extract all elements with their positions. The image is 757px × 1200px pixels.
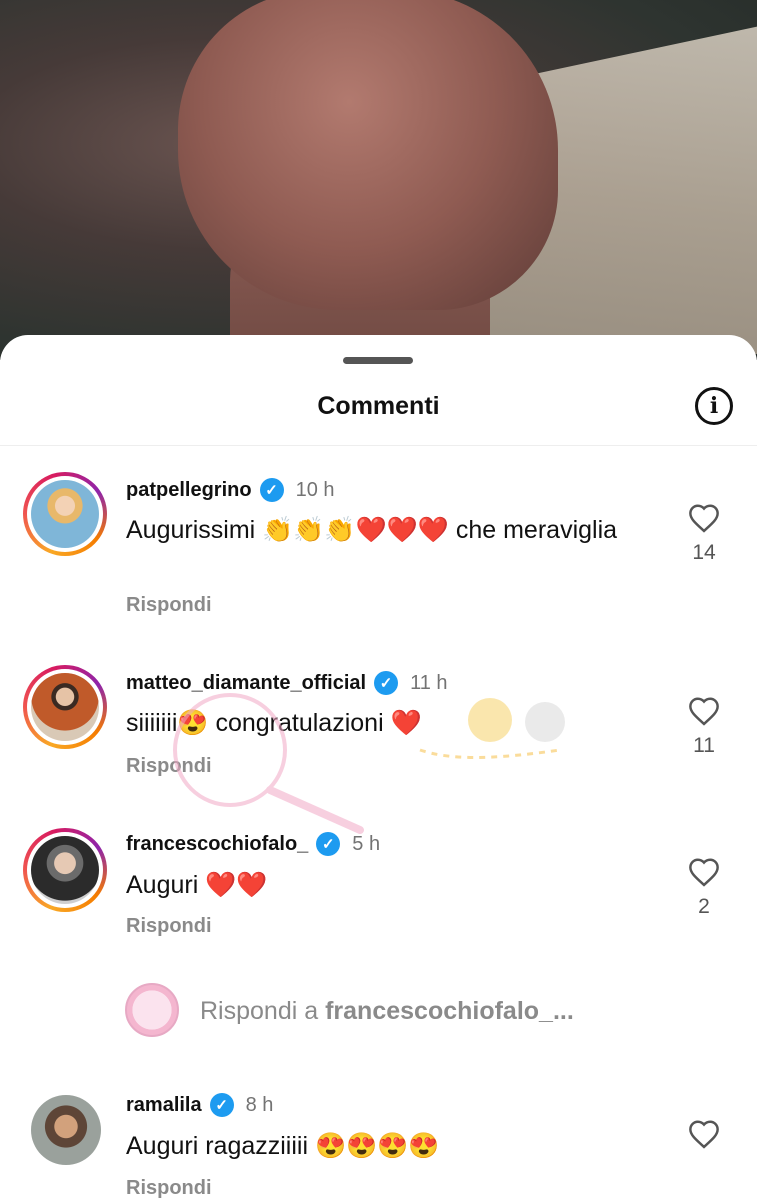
comment-time: 11 h	[410, 671, 448, 694]
info-icon[interactable]: i	[695, 387, 733, 425]
comment-header: ramalila ✓ 8 h	[126, 1093, 273, 1117]
verified-badge-icon: ✓	[259, 478, 284, 502]
comment-text: Auguri ragazziiiii 😍😍😍😍	[126, 1132, 440, 1160]
comment-header: francescochiofalo_ ✓ 5 h	[126, 832, 380, 856]
comment-header: patpellegrino ✓ 10 h	[126, 478, 335, 502]
comment-username[interactable]: ramalila	[126, 1094, 202, 1117]
comment-time: 5 h	[352, 832, 381, 855]
drag-handle[interactable]	[343, 357, 413, 364]
heart-outline-icon[interactable]	[687, 503, 721, 533]
avatar[interactable]	[31, 1095, 101, 1165]
header-divider	[0, 445, 757, 446]
comment-text: Augurissimi 👏👏👏❤️❤️❤️ che meraviglia	[126, 516, 618, 544]
reply-button[interactable]: Rispondi	[126, 594, 212, 617]
comment-time: 8 h	[245, 1093, 274, 1116]
reply-prefix: Rispondi a	[200, 997, 319, 1025]
comments-sheet: Commenti i patpellegrino ✓ 10 h Auguriss…	[0, 335, 757, 1200]
like-count: 14	[692, 541, 716, 564]
baby-fist	[178, 0, 558, 310]
reply-input[interactable]: Rispondi a francescochiofalo_...	[200, 997, 574, 1026]
heart-outline-icon[interactable]	[687, 1119, 721, 1149]
comment-header: matteo_diamante_official ✓ 11 h	[126, 671, 448, 695]
like-control[interactable]: 11	[683, 696, 725, 758]
like-control[interactable]: 2	[683, 857, 725, 919]
verified-badge-icon: ✓	[374, 671, 399, 695]
sheet-title: Commenti	[317, 392, 440, 420]
avatar[interactable]	[23, 665, 107, 749]
post-photo	[0, 0, 757, 360]
like-control[interactable]: 14	[683, 503, 725, 565]
avatar	[125, 983, 179, 1037]
reply-button[interactable]: Rispondi	[126, 915, 212, 938]
comment-text: siiiiiii😍 congratulazioni ❤️	[126, 709, 422, 737]
comment-text: Auguri ❤️❤️	[126, 871, 268, 899]
like-count: 11	[693, 734, 715, 757]
verified-badge-icon: ✓	[316, 832, 341, 856]
comment-username[interactable]: francescochiofalo_	[126, 833, 308, 856]
heart-outline-icon[interactable]	[687, 696, 721, 726]
heart-outline-icon[interactable]	[687, 857, 721, 887]
comment-time: 10 h	[295, 478, 335, 501]
avatar[interactable]	[23, 472, 107, 556]
like-count: 2	[698, 895, 710, 918]
comment-username[interactable]: matteo_diamante_official	[126, 672, 366, 695]
verified-badge-icon: ✓	[209, 1093, 234, 1117]
reply-target: francescochiofalo_...	[325, 997, 574, 1025]
reply-button[interactable]: Rispondi	[126, 1177, 212, 1200]
avatar[interactable]	[23, 828, 107, 912]
reply-button[interactable]: Rispondi	[126, 755, 212, 778]
like-control[interactable]	[683, 1119, 725, 1149]
comment-username[interactable]: patpellegrino	[126, 479, 252, 502]
